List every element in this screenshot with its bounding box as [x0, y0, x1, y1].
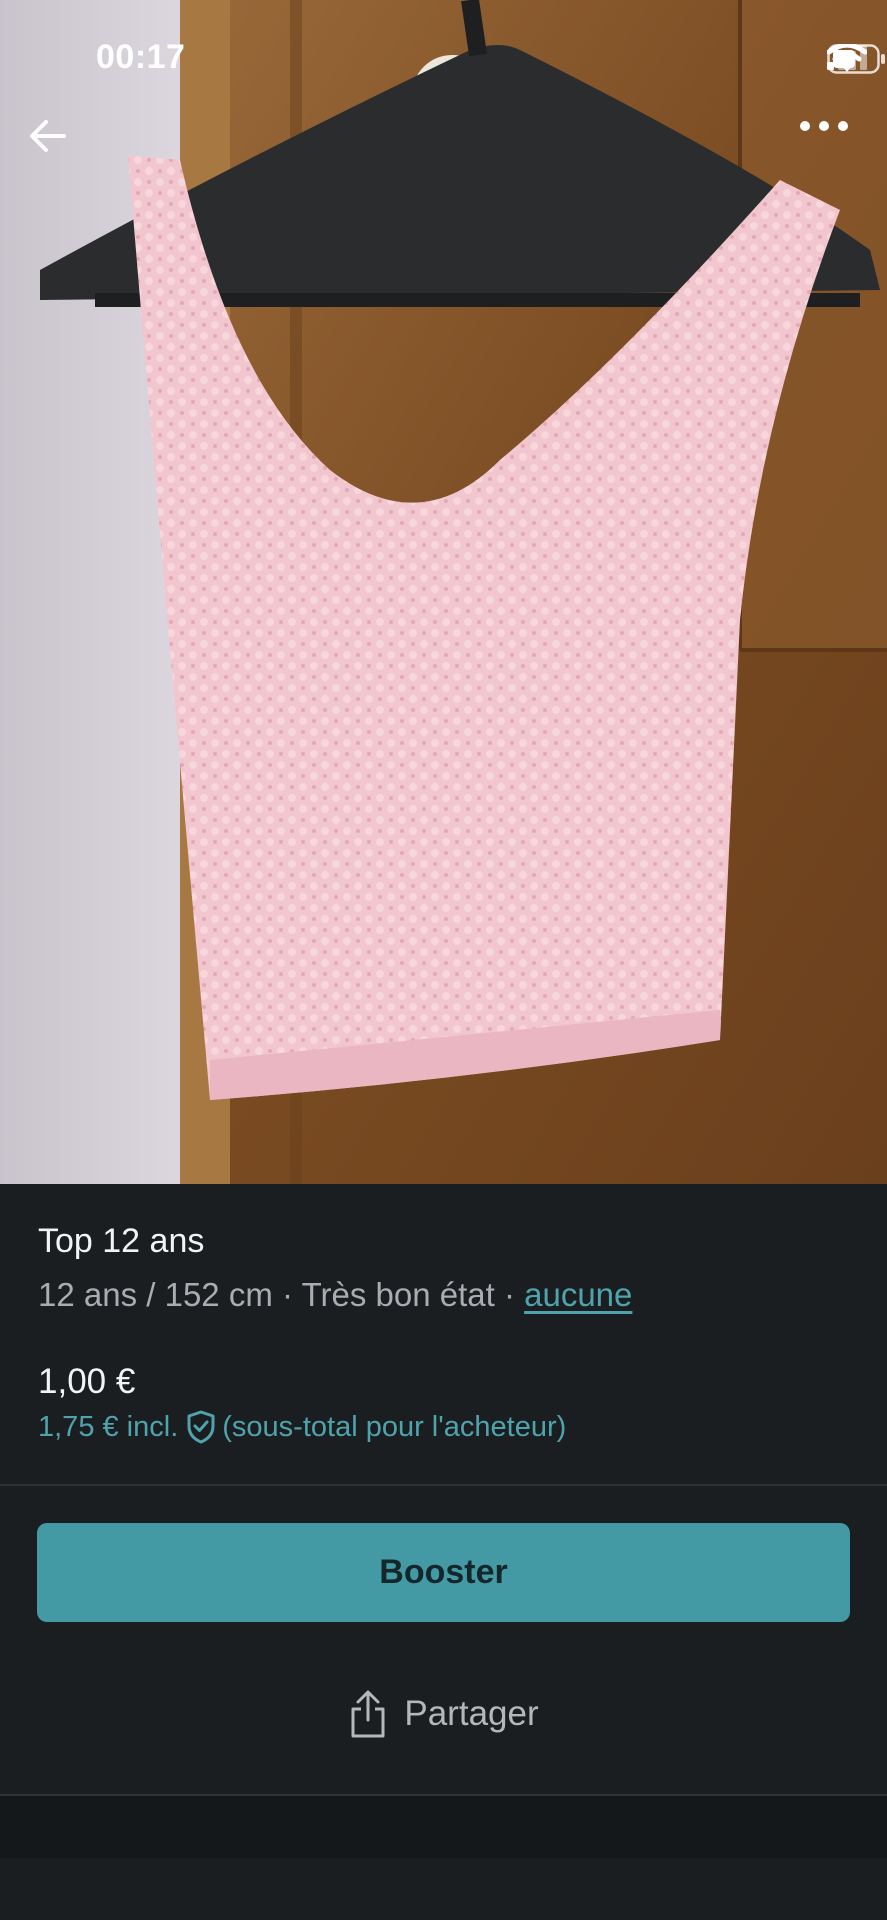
separator: ·	[503, 1276, 515, 1313]
separator: ·	[281, 1276, 293, 1313]
item-brand-link[interactable]: aucune	[524, 1276, 632, 1313]
buyer-price-value: 1,75 € incl.	[38, 1410, 179, 1443]
item-condition: Très bon état	[301, 1276, 495, 1313]
share-icon	[351, 1690, 385, 1738]
more-options-button[interactable]	[799, 120, 869, 190]
product-photo[interactable]: 00:17	[0, 0, 887, 1184]
share-button[interactable]: Partager	[0, 1669, 887, 1759]
status-time: 00:17	[96, 38, 186, 76]
item-price: 1,00 €	[38, 1362, 136, 1401]
back-button[interactable]	[28, 118, 98, 188]
buyer-price-note: (sous-total pour l'acheteur)	[222, 1410, 567, 1443]
item-size: 12 ans / 152 cm	[38, 1276, 273, 1313]
arrow-left-icon	[30, 120, 66, 152]
shield-icon	[186, 1410, 216, 1444]
item-attributes: 12 ans / 152 cm · Très bon état · aucune	[38, 1276, 632, 1314]
more-horizontal-icon	[800, 121, 848, 131]
buyer-price[interactable]: 1,75 € incl. (sous-total pour l'acheteur…	[38, 1410, 566, 1444]
share-label: Partager	[404, 1694, 539, 1733]
bottom-bar	[0, 1796, 887, 1858]
boost-button[interactable]: Booster	[37, 1523, 850, 1622]
product-image	[0, 0, 887, 1184]
battery-icon	[827, 44, 885, 74]
item-title: Top 12 ans	[38, 1222, 205, 1260]
divider	[0, 1484, 887, 1486]
